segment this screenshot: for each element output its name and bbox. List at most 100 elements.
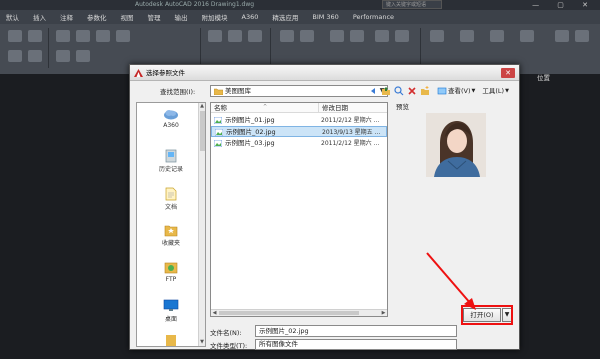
ribbon-tab[interactable]: Performance: [353, 13, 394, 21]
lookin-value: 美图图库: [225, 87, 251, 95]
ribbon-tab[interactable]: BIM 360: [312, 13, 338, 21]
file-name: 示例图片_03.jpg: [225, 139, 275, 147]
ribbon-tool-icon[interactable]: [490, 30, 504, 42]
close-button[interactable]: ✕: [501, 68, 515, 78]
views-icon: [437, 87, 447, 95]
ribbon-tool-icon[interactable]: [208, 30, 222, 42]
sort-caret-icon: ^: [263, 104, 268, 110]
preview-image: [426, 113, 486, 177]
ribbon-tab[interactable]: 精选应用: [272, 12, 298, 22]
place-favorites[interactable]: 收藏夹: [137, 223, 205, 247]
place-a360[interactable]: A360: [137, 107, 205, 129]
dialog-toolbar: 查看(V) ▼ 工具(L) ▼: [368, 85, 509, 97]
file-name: 示例图片_01.jpg: [225, 116, 275, 124]
ribbon-tool-icon[interactable]: [8, 30, 22, 42]
history-icon: [165, 149, 177, 163]
ribbon-tool-icon[interactable]: [76, 30, 90, 42]
ribbon-tool-icon[interactable]: [96, 30, 110, 42]
places-scrollbar[interactable]: ▲ ▼: [198, 103, 205, 346]
ribbon-tool-icon[interactable]: [520, 30, 534, 42]
scroll-thumb[interactable]: [200, 111, 205, 151]
ribbon-tool-icon[interactable]: [575, 30, 589, 42]
file-date: 2011/2/12 星期六 ...: [321, 140, 380, 147]
file-date: 2011/2/12 星期六 ...: [321, 117, 380, 124]
image-file-icon: [214, 117, 222, 124]
scroll-left-icon[interactable]: ◀: [211, 310, 218, 316]
place-desktop[interactable]: 桌面: [137, 299, 205, 323]
file-list-header: 名称 ^ 修改日期: [211, 103, 387, 113]
scroll-down-icon[interactable]: ▼: [199, 339, 205, 346]
tools-icon: [166, 335, 176, 346]
tools-menu[interactable]: 工具(L) ▼: [482, 86, 509, 96]
ribbon-tool-icon[interactable]: [430, 30, 444, 42]
preview-label: 预览: [396, 103, 409, 111]
file-row[interactable]: 示例图片_03.jpg 2011/2/12 星期六 ...: [211, 138, 387, 149]
ribbon-tool-icon[interactable]: [330, 30, 344, 42]
ribbon-tab[interactable]: 注释: [60, 12, 73, 22]
column-header-name[interactable]: 名称 ^: [211, 103, 319, 113]
ribbon-tool-icon[interactable]: [375, 30, 389, 42]
ribbon-tab[interactable]: 输出: [175, 12, 188, 22]
lookin-label: 查找范围(I):: [160, 88, 196, 96]
ribbon-tool-icon[interactable]: [116, 30, 130, 42]
image-file-icon: [215, 129, 223, 136]
ribbon-tool-icon[interactable]: [395, 30, 409, 42]
ribbon-tab[interactable]: A360: [242, 13, 259, 21]
filetype-dropdown[interactable]: 所有图像文件: [255, 339, 457, 350]
ribbon-tab[interactable]: 插入: [33, 12, 46, 22]
ribbon-tool-icon[interactable]: [28, 50, 42, 62]
ribbon-tool-icon[interactable]: [56, 30, 70, 42]
place-documents[interactable]: 文档: [137, 187, 205, 211]
panel-label: 位置: [537, 74, 550, 82]
ribbon-tab[interactable]: 视图: [121, 12, 134, 22]
file-row-selected[interactable]: 示例图片_02.jpg 2013/9/13 星期五 ...: [211, 126, 387, 137]
column-header-date[interactable]: 修改日期: [319, 103, 387, 113]
back-icon[interactable]: [368, 86, 378, 96]
views-menu[interactable]: 查看(V) ▼: [437, 86, 475, 96]
ribbon-tab[interactable]: 参数化: [87, 12, 107, 22]
place-more[interactable]: [137, 333, 205, 346]
chevron-down-icon: ▼: [471, 88, 476, 94]
app-title: Autodesk AutoCAD 2016 Drawing1.dwg: [135, 1, 255, 8]
places-sidebar: A360 历史记录 文档 收藏夹 FTP 桌面 ▲ ▼: [136, 102, 206, 347]
favorites-icon: [164, 225, 178, 237]
folder-icon: [214, 88, 223, 95]
place-history[interactable]: 历史记录: [137, 149, 205, 173]
documents-icon: [165, 187, 177, 201]
app-search-input[interactable]: 键入关键字或短语: [382, 0, 442, 9]
file-row[interactable]: 示例图片_01.jpg 2011/2/12 星期六 ...: [211, 115, 387, 126]
file-list-hscrollbar[interactable]: ◀ ▶: [211, 309, 387, 316]
ribbon-tool-icon[interactable]: [555, 30, 569, 42]
cloud-icon: [164, 110, 178, 120]
scroll-thumb[interactable]: [219, 311, 359, 315]
scroll-up-icon[interactable]: ▲: [199, 103, 205, 110]
tools-menu-label: 工具(L): [482, 87, 505, 95]
scroll-right-icon[interactable]: ▶: [380, 310, 387, 316]
app-window-buttons[interactable]: — ▢ ✕: [532, 0, 596, 10]
delete-icon[interactable]: [407, 86, 417, 96]
dialog-title: 选择参照文件: [146, 69, 185, 77]
place-ftp[interactable]: FTP: [137, 261, 205, 283]
up-folder-icon[interactable]: [381, 86, 391, 96]
ribbon-tool-icon[interactable]: [8, 50, 22, 62]
ribbon-tab[interactable]: 管理: [148, 12, 161, 22]
lookin-dropdown[interactable]: 美图图库 ▼: [210, 85, 388, 97]
filename-input[interactable]: 示例图片_02.jpg: [255, 325, 457, 337]
select-reference-dialog: 选择参照文件 ✕ 查找范围(I): 美图图库 ▼ 查看(V)▼ 工具(L)▼ A…: [129, 64, 520, 350]
autocad-logo-icon: [134, 69, 143, 77]
new-folder-icon[interactable]: [420, 86, 430, 96]
ribbon-tool-icon[interactable]: [280, 30, 294, 42]
ribbon-tool-icon[interactable]: [350, 30, 364, 42]
ribbon-tab[interactable]: 附加模块: [202, 12, 228, 22]
ribbon-tab[interactable]: 默认: [6, 12, 19, 22]
ribbon-tool-icon[interactable]: [248, 30, 262, 42]
ribbon-tool-icon[interactable]: [56, 50, 70, 62]
ribbon-tool-icon[interactable]: [460, 30, 474, 42]
ribbon-tool-icon[interactable]: [76, 50, 90, 62]
search-web-icon[interactable]: [394, 86, 404, 96]
ribbon-tool-icon[interactable]: [300, 30, 314, 42]
ribbon-tool-icon[interactable]: [28, 30, 42, 42]
ribbon-tool-icon[interactable]: [228, 30, 242, 42]
dialog-titlebar[interactable]: 选择参照文件 ✕: [130, 65, 519, 81]
file-list: 名称 ^ 修改日期 示例图片_01.jpg 2011/2/12 星期六 ... 示…: [210, 102, 388, 317]
